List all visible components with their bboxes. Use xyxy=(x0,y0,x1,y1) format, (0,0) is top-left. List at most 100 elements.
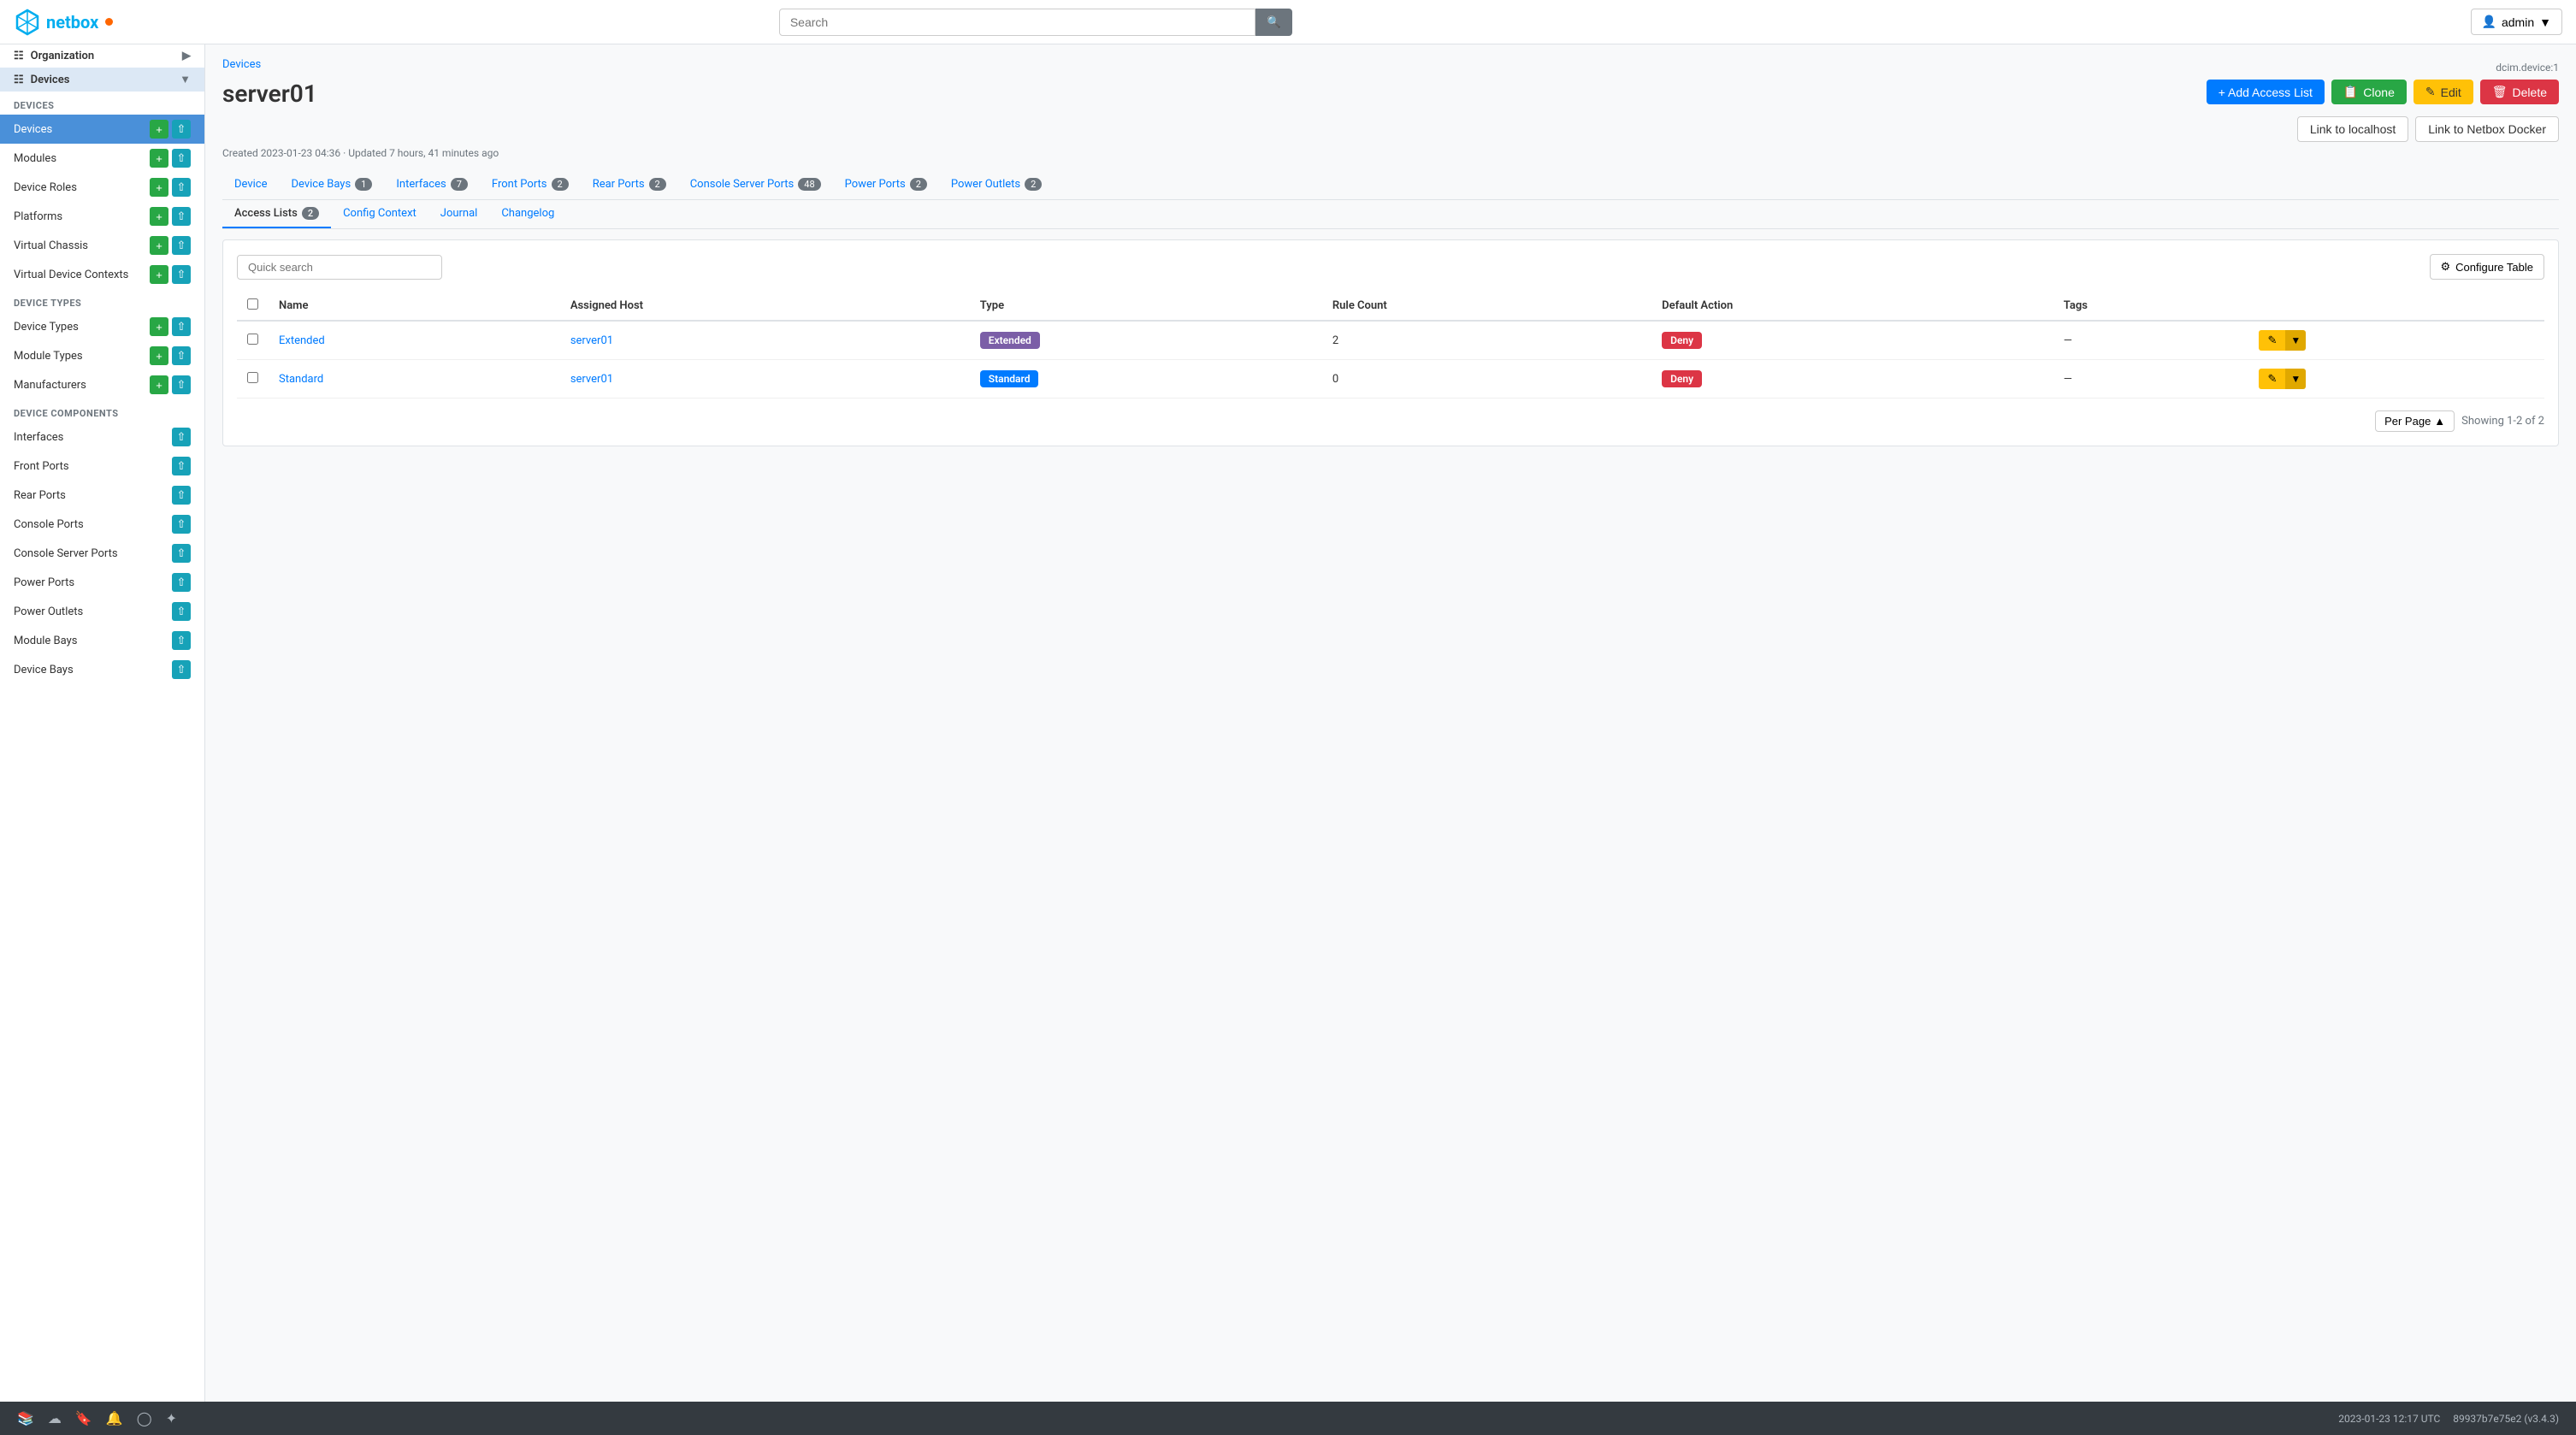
logo-icon xyxy=(14,9,41,36)
tab-power-ports[interactable]: Power Ports 2 xyxy=(833,171,939,199)
vdc-add-btn[interactable]: + xyxy=(150,265,168,284)
global-search-button[interactable]: 🔍 xyxy=(1256,9,1292,36)
assigned-host-link[interactable]: server01 xyxy=(570,334,613,347)
assigned-host-link[interactable]: server01 xyxy=(570,373,613,386)
cell-type: Extended xyxy=(970,321,1322,360)
sidebar-item-power-outlets[interactable]: Power Outlets ⇧ xyxy=(0,597,204,626)
tab-interfaces[interactable]: Interfaces 7 xyxy=(384,171,480,199)
sidebar-item-virtual-chassis[interactable]: Virtual Chassis + ⇧ xyxy=(0,231,204,260)
global-search-input[interactable] xyxy=(779,9,1256,36)
devices-add-btn[interactable]: + xyxy=(150,120,168,139)
mt-add-btn[interactable]: + xyxy=(150,346,168,365)
sidebar-group-devices[interactable]: ☷ Devices ▼ xyxy=(0,68,204,92)
interfaces-import-btn[interactable]: ⇧ xyxy=(172,428,191,446)
mfr-add-btn[interactable]: + xyxy=(150,375,168,394)
sidebar-item-manufacturers[interactable]: Manufacturers + ⇧ xyxy=(0,370,204,399)
platforms-import-btn[interactable]: ⇧ xyxy=(172,207,191,226)
cloud-icon[interactable]: ☁ xyxy=(48,1410,62,1426)
tab-rear-ports[interactable]: Rear Ports 2 xyxy=(581,171,678,199)
vc-import-btn[interactable]: ⇧ xyxy=(172,236,191,255)
sidebar-item-front-ports[interactable]: Front Ports ⇧ xyxy=(0,452,204,481)
edit-button[interactable]: ✎ Edit xyxy=(2414,80,2473,104)
main-tabs: Device Device Bays 1 Interfaces 7 Front … xyxy=(222,171,2559,200)
devices-import-btn[interactable]: ⇧ xyxy=(172,120,191,139)
row-select-checkbox[interactable] xyxy=(247,372,258,383)
row-name-link[interactable]: Standard xyxy=(279,373,323,386)
vc-add-btn[interactable]: + xyxy=(150,236,168,255)
device-roles-import-btn[interactable]: ⇧ xyxy=(172,178,191,197)
dt-import-btn[interactable]: ⇧ xyxy=(172,317,191,336)
db-import-btn[interactable]: ⇧ xyxy=(172,660,191,679)
cp-import-btn[interactable]: ⇧ xyxy=(172,515,191,534)
modules-import-btn[interactable]: ⇧ xyxy=(172,149,191,168)
sidebar-item-devices[interactable]: Devices + ⇧ xyxy=(0,115,204,144)
tab-front-ports[interactable]: Front Ports 2 xyxy=(480,171,581,199)
main-content: Devices dcim.device:1 server01 + Add Acc… xyxy=(205,44,2576,1402)
mb-import-btn[interactable]: ⇧ xyxy=(172,631,191,650)
link-localhost-button[interactable]: Link to localhost xyxy=(2297,116,2408,142)
fp-import-btn[interactable]: ⇧ xyxy=(172,457,191,475)
breadcrumb-link[interactable]: Devices xyxy=(222,58,261,71)
sidebar-item-device-bays[interactable]: Device Bays ⇧ xyxy=(0,655,204,684)
row-edit-btn[interactable]: ✎ xyxy=(2259,330,2285,351)
sidebar-item-vdc[interactable]: Virtual Device Contexts + ⇧ xyxy=(0,260,204,289)
sidebar-item-console-ports[interactable]: Console Ports ⇧ xyxy=(0,510,204,539)
sidebar-group-organization[interactable]: ☷ Organization ▶ xyxy=(0,44,204,68)
sidebar-item-modules[interactable]: Modules + ⇧ xyxy=(0,144,204,173)
tab-device-bays[interactable]: Device Bays 1 xyxy=(280,171,385,199)
delete-button[interactable]: 🗑 Delete xyxy=(2480,80,2559,104)
tab-device[interactable]: Device xyxy=(222,171,280,199)
platforms-add-btn[interactable]: + xyxy=(150,207,168,226)
page-meta: Created 2023-01-23 04:36 · Updated 7 hou… xyxy=(222,147,2559,159)
link-netbox-docker-button[interactable]: Link to Netbox Docker xyxy=(2415,116,2559,142)
subtab-config-context[interactable]: Config Context xyxy=(331,200,428,228)
sidebar-item-power-ports[interactable]: Power Ports ⇧ xyxy=(0,568,204,597)
per-page-button[interactable]: Per Page ▲ xyxy=(2375,410,2455,432)
pp-import-btn[interactable]: ⇧ xyxy=(172,573,191,592)
sidebar-item-console-server-ports[interactable]: Console Server Ports ⇧ xyxy=(0,539,204,568)
github-icon[interactable]: ◯ xyxy=(137,1410,152,1426)
tab-console-server-ports[interactable]: Console Server Ports 48 xyxy=(678,171,833,199)
row-select-checkbox[interactable] xyxy=(247,334,258,345)
clone-button[interactable]: 📋 Clone xyxy=(2331,80,2407,104)
csp-import-btn[interactable]: ⇧ xyxy=(172,544,191,563)
mt-import-btn[interactable]: ⇧ xyxy=(172,346,191,365)
subtab-changelog[interactable]: Changelog xyxy=(489,200,566,228)
dt-add-btn[interactable]: + xyxy=(150,317,168,336)
row-name-link[interactable]: Extended xyxy=(279,334,325,347)
slack-icon[interactable]: ✦ xyxy=(166,1410,177,1426)
po-import-btn[interactable]: ⇧ xyxy=(172,602,191,621)
quick-search-input[interactable] xyxy=(237,255,442,280)
bookmark-icon[interactable]: 🔖 xyxy=(75,1410,92,1426)
mfr-import-btn[interactable]: ⇧ xyxy=(172,375,191,394)
user-menu-button[interactable]: 👤 admin ▼ xyxy=(2471,9,2562,35)
modules-add-btn[interactable]: + xyxy=(150,149,168,168)
subtab-access-lists[interactable]: Access Lists 2 xyxy=(222,200,331,228)
sidebar-item-device-types[interactable]: Device Types + ⇧ xyxy=(0,312,204,341)
sidebar-item-rear-ports[interactable]: Rear Ports ⇧ xyxy=(0,481,204,510)
tab-badge-rear-ports: 2 xyxy=(649,178,666,191)
row-edit-btn[interactable]: ✎ xyxy=(2259,369,2285,389)
row-action-dropdown-btn[interactable]: ▼ xyxy=(2285,369,2306,389)
sidebar-item-interfaces[interactable]: Interfaces ⇧ xyxy=(0,422,204,452)
configure-table-button[interactable]: ⚙ Configure Table xyxy=(2430,254,2544,280)
sidebar-item-module-types[interactable]: Module Types + ⇧ xyxy=(0,341,204,370)
row-action-dropdown-btn[interactable]: ▼ xyxy=(2285,330,2306,351)
bell-icon[interactable]: 🔔 xyxy=(106,1410,123,1426)
book-icon[interactable]: 📚 xyxy=(17,1410,34,1426)
tab-power-outlets[interactable]: Power Outlets 2 xyxy=(939,171,1054,199)
chevron-right-icon: ▶ xyxy=(182,50,191,62)
sidebar-item-device-roles[interactable]: Device Roles + ⇧ xyxy=(0,173,204,202)
sidebar-item-platforms[interactable]: Platforms + ⇧ xyxy=(0,202,204,231)
sidebar-item-module-bays[interactable]: Module Bays ⇧ xyxy=(0,626,204,655)
cell-rule-count: 0 xyxy=(1322,360,1651,399)
rp-import-btn[interactable]: ⇧ xyxy=(172,486,191,505)
tab-badge-power-outlets: 2 xyxy=(1025,178,1042,191)
select-all-checkbox[interactable] xyxy=(247,298,258,310)
add-access-list-button[interactable]: + Add Access List xyxy=(2207,80,2325,104)
subtabs: Access Lists 2 Config Context Journal Ch… xyxy=(222,200,2559,229)
vdc-import-btn[interactable]: ⇧ xyxy=(172,265,191,284)
select-all-header xyxy=(237,292,269,321)
device-roles-add-btn[interactable]: + xyxy=(150,178,168,197)
subtab-journal[interactable]: Journal xyxy=(428,200,490,228)
